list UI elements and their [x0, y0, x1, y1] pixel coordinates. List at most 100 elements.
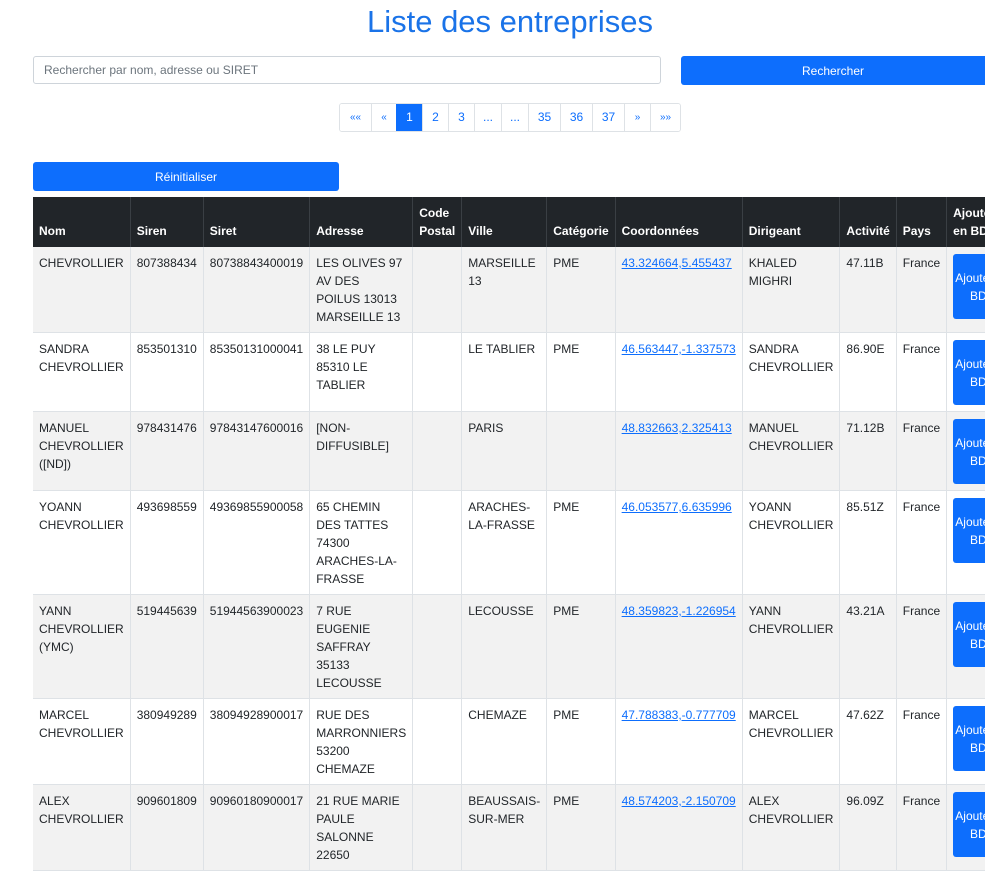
page-link[interactable]: ... [474, 104, 501, 131]
add-to-db-button[interactable]: Ajouter en BDD [953, 498, 985, 563]
cell-coordonnees: 43.324664,5.455437 [615, 247, 743, 333]
cell-coordonnees: 48.832663,2.325413 [615, 411, 743, 491]
cell-siret: 85350131000041 [203, 332, 311, 412]
cell-code-postal [412, 490, 463, 595]
cell-categorie [546, 411, 616, 491]
column-header: Activité [839, 197, 897, 247]
cell-code-postal [412, 247, 463, 333]
cell-siret: 97843147600016 [203, 411, 311, 491]
cell-coordonnees: 47.788383,-0.777709 [615, 698, 743, 785]
cell-categorie: PME [546, 332, 616, 412]
page-link[interactable]: 35 [528, 104, 560, 131]
page-link[interactable]: 37 [592, 104, 624, 131]
cell-adresse: LES OLIVES 97 AV DES POILUS 13013 MARSEI… [309, 247, 414, 333]
search-button[interactable]: Rechercher [681, 56, 985, 85]
coordinates-link[interactable]: 48.574203,-2.150709 [622, 794, 736, 808]
reset-button[interactable]: Réinitialiser [33, 162, 339, 191]
cell-categorie: PME [546, 784, 616, 871]
cell-code-postal [412, 332, 463, 412]
cell-siren: 380949289 [130, 698, 204, 785]
cell-adresse: [NON-DIFFUSIBLE] [309, 411, 414, 491]
cell-pays: France [896, 784, 948, 871]
page-link[interactable]: »» [650, 104, 680, 131]
add-to-db-button[interactable]: Ajouter en BDD [953, 254, 985, 319]
column-header: Ville [461, 197, 548, 247]
page-link[interactable]: ... [501, 104, 528, 131]
pagination: «« «1 2 3...... 35 36 37»»» [339, 103, 681, 132]
column-header: Catégorie [546, 197, 616, 247]
cell-code-postal [412, 698, 463, 785]
cell-siren: 807388434 [130, 247, 204, 333]
cell-coordonnees: 46.563447,-1.337573 [615, 332, 743, 412]
cell-action: Ajouter en BDD [946, 332, 985, 412]
cell-dirigeant: YOANN CHEVROLLIER [742, 490, 841, 595]
cell-dirigeant: ALEX CHEVROLLIER [742, 784, 841, 871]
add-to-db-button[interactable]: Ajouter en BDD [953, 706, 985, 771]
page-link[interactable]: « [371, 104, 396, 131]
table-row: MANUEL CHEVROLLIER ([ND]) 978431476 978431… [33, 411, 985, 491]
coordinates-link[interactable]: 43.324664,5.455437 [622, 256, 732, 270]
cell-code-postal [412, 594, 463, 699]
page-link[interactable]: 3 [448, 104, 474, 131]
cell-ville: LECOUSSE [461, 594, 548, 699]
cell-categorie: PME [546, 247, 616, 333]
coordinates-link[interactable]: 46.563447,-1.337573 [622, 342, 736, 356]
cell-nom: YANN CHEVROLLIER (YMC) [33, 594, 131, 699]
coordinates-link[interactable]: 48.832663,2.325413 [622, 421, 732, 435]
cell-action: Ajouter en BDD [946, 490, 985, 595]
page-link[interactable]: » [624, 104, 650, 131]
cell-coordonnees: 48.359823,-1.226954 [615, 594, 743, 699]
column-header: Coordonnées [615, 197, 743, 247]
cell-ville: BEAUSSAIS-SUR-MER [461, 784, 548, 871]
cell-adresse: 65 CHEMIN DES TATTES 74300 ARACHES-LA-FR… [309, 490, 414, 595]
cell-ville: PARIS [461, 411, 548, 491]
page-link[interactable]: 2 [422, 104, 448, 131]
cell-nom: SANDRA CHEVROLLIER [33, 332, 131, 412]
cell-pays: France [896, 594, 948, 699]
cell-nom: ALEX CHEVROLLIER [33, 784, 131, 871]
cell-action: Ajouter en BDD [946, 247, 985, 333]
cell-nom: YOANN CHEVROLLIER [33, 490, 131, 595]
add-to-db-button[interactable]: Ajouter en BDD [953, 419, 985, 484]
cell-adresse: RUE DES MARRONNIERS 53200 CHEMAZE [309, 698, 414, 785]
column-header: Siret [203, 197, 311, 247]
coordinates-link[interactable]: 48.359823,-1.226954 [622, 604, 736, 618]
table-row: YOANN CHEVROLLIER 493698559 49369855900058… [33, 490, 985, 595]
page-link[interactable]: «« [340, 104, 371, 131]
table-row: CHEVROLLIER 807388434 80738843400019 LES OL… [33, 247, 985, 333]
cell-ville: MARSEILLE 13 [461, 247, 548, 333]
cell-pays: France [896, 332, 948, 412]
add-to-db-button[interactable]: Ajouter en BDD [953, 340, 985, 405]
add-to-db-button[interactable]: Ajouter en BDD [953, 602, 985, 667]
page-link[interactable]: 1 [396, 104, 422, 131]
table-row: MARCEL CHEVROLLIER 380949289 3809492890001… [33, 698, 985, 785]
cell-dirigeant: SANDRA CHEVROLLIER [742, 332, 841, 412]
cell-siret: 51944563900023 [203, 594, 311, 699]
column-header: Dirigeant [742, 197, 841, 247]
cell-activite: 47.62Z [839, 698, 897, 785]
cell-ville: ARACHES-LA-FRASSE [461, 490, 548, 595]
table-header-row: Nom Siren Siret Adresse Code Postal Ville Caté… [33, 197, 985, 247]
cell-categorie: PME [546, 594, 616, 699]
coordinates-link[interactable]: 47.788383,-0.777709 [622, 708, 736, 722]
cell-pays: France [896, 411, 948, 491]
cell-dirigeant: MANUEL CHEVROLLIER [742, 411, 841, 491]
coordinates-link[interactable]: 46.053577,6.635996 [622, 500, 732, 514]
cell-siren: 853501310 [130, 332, 204, 412]
column-header: Ajouter en BDD [946, 197, 985, 247]
page-link[interactable]: 36 [560, 104, 592, 131]
cell-dirigeant: KHALED MIGHRI [742, 247, 841, 333]
cell-activite: 47.11B [839, 247, 897, 333]
cell-action: Ajouter en BDD [946, 411, 985, 491]
results-table: Nom Siren Siret Adresse Code Postal Ville Caté… [33, 197, 985, 871]
cell-activite: 85.51Z [839, 490, 897, 595]
cell-pays: France [896, 490, 948, 595]
table-row: SANDRA CHEVROLLIER 853501310 8535013100004… [33, 332, 985, 412]
cell-siret: 80738843400019 [203, 247, 311, 333]
cell-pays: France [896, 698, 948, 785]
column-header: Nom [33, 197, 131, 247]
search-input[interactable] [33, 56, 661, 84]
add-to-db-button[interactable]: Ajouter en BDD [953, 792, 985, 857]
column-header: Pays [896, 197, 948, 247]
table-row: ALEX CHEVROLLIER 909601809 90960180900017 2… [33, 784, 985, 871]
